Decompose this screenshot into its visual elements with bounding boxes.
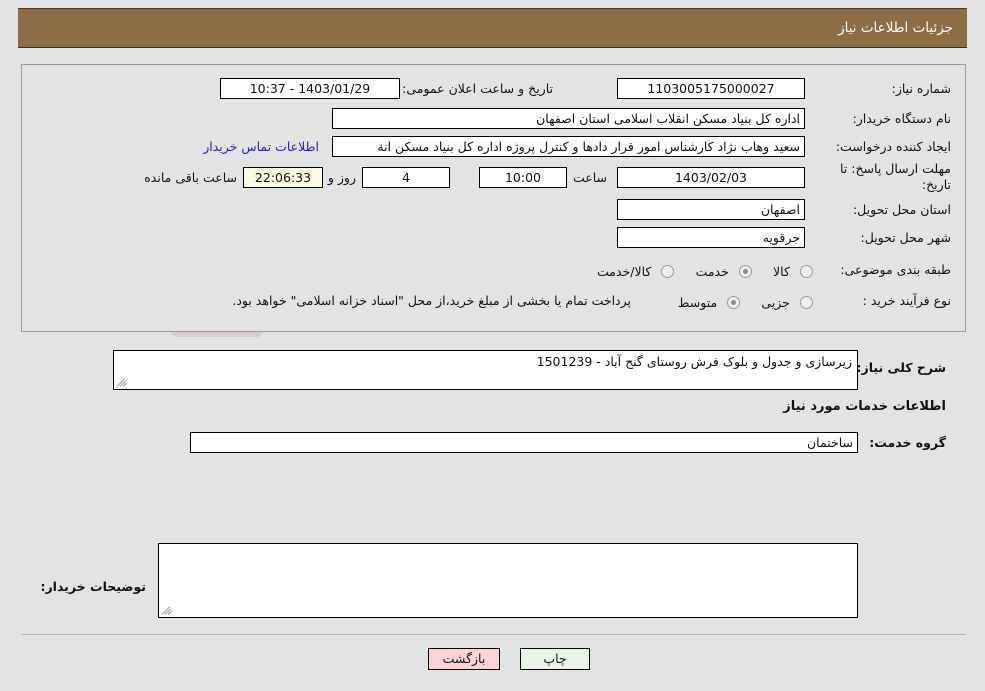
services-section-title: اطلاعات خدمات مورد نیاز [783, 399, 946, 414]
buyer-notes-resize-handle-icon[interactable] [161, 604, 173, 616]
radio-category-kala-label: کالا [773, 264, 790, 279]
radio-process-motevaset[interactable] [727, 296, 741, 309]
deadline-date-value[interactable]: 1403/02/03 [617, 167, 805, 188]
public-announce-label: تاریخ و ساعت اعلان عمومی: [402, 81, 553, 96]
service-group-label: گروه خدمت: [869, 435, 946, 450]
radio-category-khedmat[interactable] [738, 265, 752, 278]
public-announce-value[interactable]: 1403/01/29 - 10:37 [220, 78, 400, 99]
city-label: شهر محل تحویل: [860, 230, 951, 245]
need-number-value[interactable]: 1103005175000027 [617, 78, 805, 99]
deadline-time-value[interactable]: 10:00 [479, 167, 567, 188]
need-info-panel: شماره نیاز: 1103005175000027 تاریخ و ساع… [21, 64, 966, 332]
radio-category-khedmat-label: خدمت [695, 264, 729, 279]
radio-process-motevaset-label: متوسط [677, 295, 718, 310]
radio-category-kala-khedmat-label: کالا/خدمت [597, 264, 652, 279]
footer-divider [21, 634, 966, 635]
radio-category-kala-khedmat[interactable] [661, 265, 675, 278]
remaining-time-label: ساعت باقی مانده [144, 170, 237, 185]
treasury-note: پرداخت تمام یا بخشی از مبلغ خرید،از محل … [232, 293, 631, 308]
page-title: جزئیات اطلاعات نیاز [838, 20, 953, 36]
deadline-label: مهلت ارسال پاسخ: تا تاریخ: [840, 161, 951, 192]
deadline-time-label: ساعت [572, 170, 607, 185]
buyer-org-label: نام دستگاه خریدار: [852, 111, 951, 126]
buyer-notes-textarea[interactable] [158, 543, 858, 618]
creator-value[interactable]: سعید وهاب نژاد کارشناس امور قرار دادها و… [332, 136, 805, 157]
city-value[interactable]: جرقویه [617, 227, 805, 248]
back-button[interactable]: بازگشت [428, 648, 500, 670]
need-number-label: شماره نیاز: [891, 81, 951, 96]
radio-category-kala[interactable] [800, 265, 813, 278]
creator-label: ایجاد کننده درخواست: [835, 139, 951, 154]
province-label: استان محل تحویل: [852, 202, 951, 217]
process-label: نوع فرآیند خرید : [862, 293, 951, 308]
page-header: جزئیات اطلاعات نیاز [18, 8, 967, 48]
remaining-days-label: روز و [327, 170, 356, 185]
need-details-panel: شرح کلی نیاز: زیرسازی و جدول و بلوک فرش … [21, 337, 966, 633]
description-value: زیرسازی و جدول و بلوک فرش روستای گنج آبا… [536, 354, 852, 369]
buyer-notes-label: توضیحات خریدار: [40, 579, 146, 594]
service-group-value[interactable]: ساختمان [190, 432, 858, 453]
description-label: شرح کلی نیاز: [856, 360, 946, 375]
print-button[interactable]: چاپ [520, 648, 590, 670]
buyer-org-value[interactable]: اداره کل بنیاد مسکن انقلاب اسلامی استان … [332, 108, 805, 129]
description-textarea[interactable]: زیرسازی و جدول و بلوک فرش روستای گنج آبا… [113, 350, 858, 390]
remaining-days-value[interactable]: 4 [362, 167, 450, 188]
radio-process-jozi-label: جزیی [761, 295, 790, 310]
buyer-contact-link[interactable]: اطلاعات تماس خریدار [203, 139, 319, 154]
resize-handle-icon[interactable] [116, 376, 128, 388]
remaining-time-value[interactable]: 22:06:33 [243, 167, 323, 188]
radio-process-jozi[interactable] [800, 296, 813, 309]
category-label: طبقه بندی موضوعی: [840, 262, 951, 277]
province-value[interactable]: اصفهان [617, 199, 805, 220]
